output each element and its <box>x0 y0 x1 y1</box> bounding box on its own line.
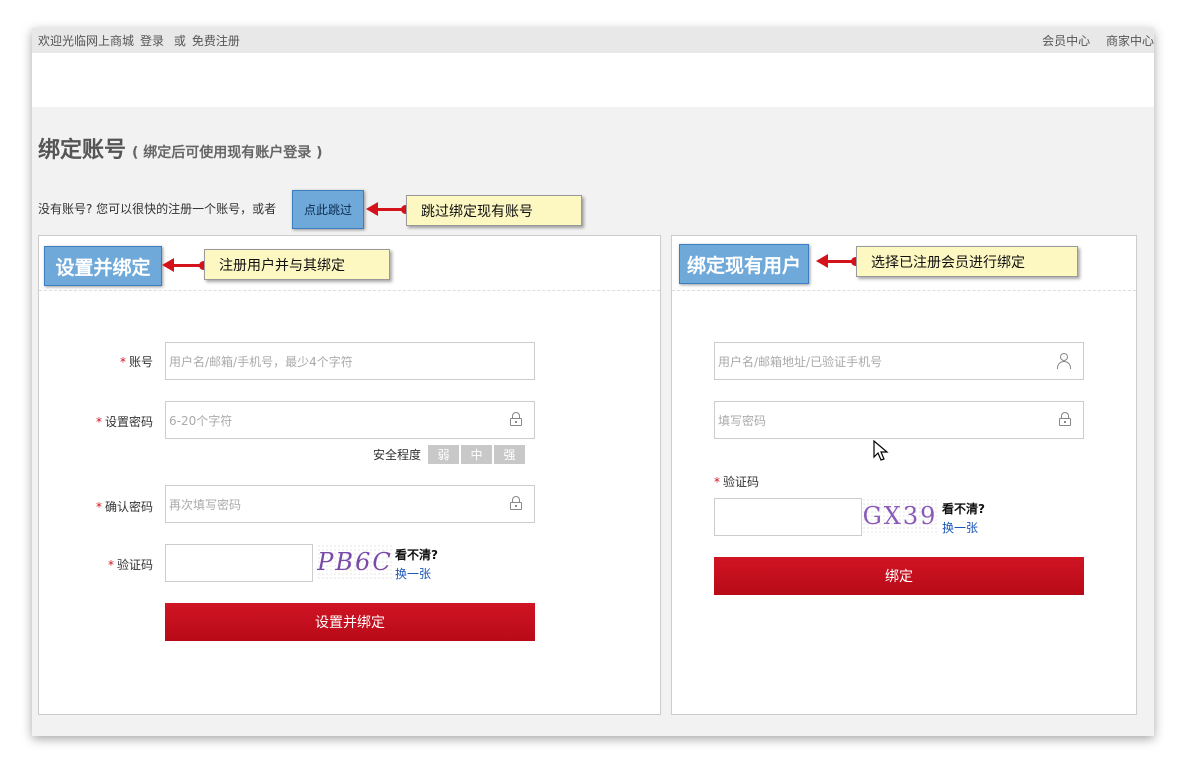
page-title: 绑定账号 <box>38 138 127 163</box>
username-input[interactable]: 用户名/邮箱地址/已验证手机号 <box>714 342 1084 380</box>
captcha-label: * 验证码 <box>107 558 153 572</box>
strength-medium: 中 <box>461 445 493 464</box>
bind-button[interactable]: 绑定 <box>714 557 1084 595</box>
welcome-text: 欢迎光临网上商城 <box>38 34 135 48</box>
cant-see-text: 看不清? <box>942 502 985 516</box>
captcha-image[interactable]: GX39 <box>862 498 938 534</box>
header-band <box>32 53 1154 107</box>
callout-existing: 选择已注册会员进行绑定 <box>856 246 1078 277</box>
strength-strong: 强 <box>494 445 526 464</box>
panel-title-register: 设置并绑定 <box>44 246 162 286</box>
confirm-password-label: * 确认密码 <box>95 500 153 514</box>
top-bar-right: 会员中心 商家中心 <box>1030 32 1154 49</box>
page-title-row: 绑定账号 ( 绑定后可使用现有账户登录 ) <box>38 132 323 164</box>
account-label: * 账号 <box>119 355 153 369</box>
confirm-password-input[interactable]: 再次填写密码 <box>165 485 535 523</box>
lock-icon <box>510 412 522 426</box>
user-icon <box>1057 353 1071 369</box>
browser-window: 欢迎光临网上商城 登录 或免费注册 会员中心 商家中心 绑定账号 ( 绑定后可使用… <box>32 28 1154 736</box>
bind-existing-panel: 用户名/邮箱地址/已验证手机号 填写密码 * 验证码 GX39 看不清? 换一张 … <box>671 235 1137 715</box>
strength-label: 安全程度 <box>373 448 422 462</box>
password-strength: 安全程度 弱 中 强 <box>373 445 526 464</box>
set-and-bind-button[interactable]: 设置并绑定 <box>165 603 535 641</box>
refresh-captcha-link[interactable]: 换一张 <box>395 565 431 582</box>
lock-icon <box>510 496 522 510</box>
account-input[interactable]: 用户名/邮箱/手机号，最少4个字符 <box>165 342 535 380</box>
captcha-input[interactable] <box>165 544 313 582</box>
or-text: 或 <box>173 34 186 48</box>
strength-weak: 弱 <box>428 445 460 464</box>
skip-hint: 没有账号? 您可以很快的注册一个账号，或者 <box>38 202 277 216</box>
mouse-cursor-icon <box>873 440 889 461</box>
register-bind-panel: * 账号 用户名/邮箱/手机号，最少4个字符 * 设置密码 6-20个字符 安全程度… <box>38 235 661 715</box>
register-link[interactable]: 免费注册 <box>192 34 240 48</box>
login-link[interactable]: 登录 <box>140 34 164 48</box>
captcha-image[interactable]: PB6C <box>317 544 393 580</box>
password-label: * 设置密码 <box>95 415 153 429</box>
lock-icon <box>1059 412 1071 426</box>
callout-register: 注册用户并与其绑定 <box>204 249 390 280</box>
member-center-link[interactable]: 会员中心 <box>1042 34 1090 48</box>
refresh-captcha-link[interactable]: 换一张 <box>942 519 978 536</box>
password-input[interactable]: 6-20个字符 <box>165 401 535 439</box>
cant-see-text: 看不清? <box>395 548 438 562</box>
arrow-icon <box>816 254 860 268</box>
captcha-label: * 验证码 <box>714 475 760 489</box>
callout-skip: 跳过绑定现有账号 <box>406 195 582 226</box>
top-bar: 欢迎光临网上商城 登录 或免费注册 会员中心 商家中心 <box>32 28 1154 53</box>
captcha-input[interactable] <box>714 498 862 536</box>
existing-password-input[interactable]: 填写密码 <box>714 401 1084 439</box>
page-subtitle: ( 绑定后可使用现有账户登录 ) <box>132 145 323 161</box>
merchant-center-link[interactable]: 商家中心 <box>1106 34 1154 48</box>
panel-title-existing: 绑定现有用户 <box>679 244 809 284</box>
arrow-icon <box>162 258 208 272</box>
skip-button[interactable]: 点此跳过 <box>292 190 364 229</box>
top-bar-left: 欢迎光临网上商城 登录 或免费注册 <box>38 32 246 49</box>
arrow-icon <box>366 202 410 216</box>
